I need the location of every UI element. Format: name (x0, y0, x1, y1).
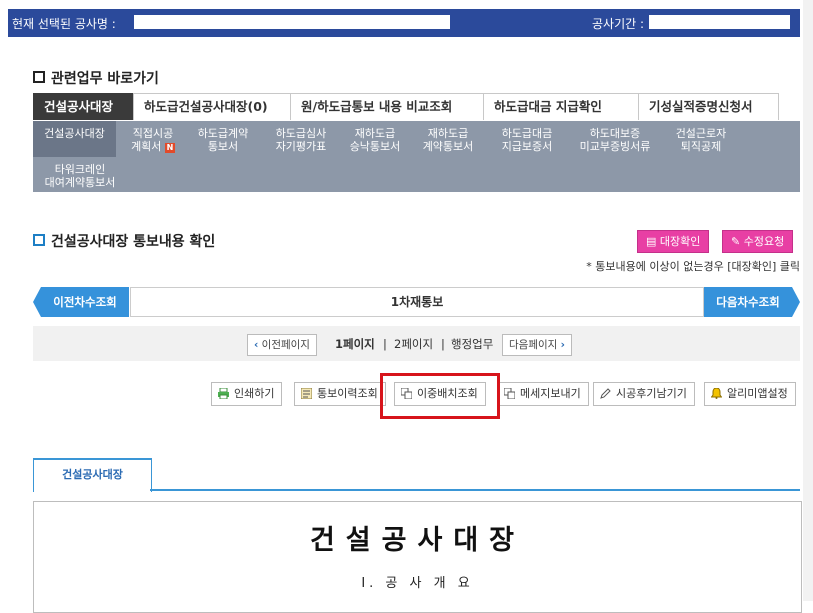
admin-link[interactable]: 행정업무 (451, 334, 493, 354)
related-title: 관련업무 바로가기 (33, 68, 159, 88)
tab-payment-check[interactable]: 하도급대금 지급확인 (483, 93, 639, 120)
document-icon: ▤ (646, 235, 657, 248)
copy-icon (504, 388, 515, 399)
pencil-icon (600, 388, 611, 399)
bell-icon (711, 388, 722, 399)
prev-revision-label[interactable]: 이전차수조회 (41, 287, 129, 317)
tab-performance-cert[interactable]: 기성실적증명신청서 (638, 93, 779, 120)
current-project-label: 현재 선택된 공사명 : (12, 17, 116, 31)
project-name-field (134, 15, 450, 29)
subnav-direct-construction-plan[interactable]: 직접시공 계획서 N (121, 127, 185, 153)
main-tabs: 건설공사대장 하도급건설공사대장(0) 원/하도급통보 내용 비교조회 하도급대… (33, 93, 779, 121)
page1-link[interactable]: 1페이지 (335, 334, 375, 354)
document-title: 건설공사대장 (309, 525, 526, 556)
period-label: 공사기간 : (592, 17, 645, 31)
send-message-button[interactable]: 메세지보내기 (497, 382, 589, 406)
confirm-notice: * 통보내용에 이상이 없는경우 [대장확인] 클릭 (586, 260, 800, 273)
tab-underline (150, 489, 800, 491)
history-icon (301, 388, 312, 399)
document-section-heading: I. 공 사 개 요 (361, 576, 474, 591)
tab-subcontract-ledger[interactable]: 하도급건설공사대장(0) (133, 93, 291, 120)
revision-nav: 이전차수조회 1차재통보 다음차수조회 (33, 287, 800, 317)
project-period-field (649, 15, 790, 29)
new-badge-icon: N (164, 143, 175, 153)
separator: | (441, 337, 445, 351)
document-box: 건설공사대장 I. 공 사 개 요 (33, 501, 802, 613)
subnav-payment-guarantee[interactable]: 하도급대금 지급보증서 (491, 127, 563, 153)
printer-icon (218, 388, 229, 399)
chevron-right-icon: › (560, 339, 565, 351)
pencil-icon: ✎ (731, 235, 741, 248)
vertical-scrollbar[interactable] (803, 0, 813, 601)
ledger-confirm-button[interactable]: ▤ 대장확인 (637, 230, 710, 253)
tab-document-ledger[interactable]: 건설공사대장 (33, 458, 152, 492)
edit-request-button[interactable]: ✎ 수정요청 (722, 230, 794, 253)
prev-page-button[interactable]: ‹ 이전페이지 (247, 334, 317, 356)
check-title: 건설공사대장 통보내용 확인 (33, 231, 215, 251)
subnav-retirement-deduction[interactable]: 건설근로자 퇴직공제 (663, 127, 739, 153)
notice-history-button[interactable]: 통보이력조회 (294, 382, 386, 406)
page2-link[interactable]: 2페이지 (394, 334, 433, 354)
alarm-app-button[interactable]: 알리미앱설정 (704, 382, 796, 406)
next-page-button[interactable]: 다음페이지 › (502, 334, 572, 356)
subnav-guarantee-docs[interactable]: 하도대보증 미교부증빙서류 (569, 127, 661, 153)
subnav-resubcontract-contract[interactable]: 재하도급 계약통보서 (413, 127, 483, 153)
print-button[interactable]: 인쇄하기 (211, 382, 283, 406)
page-bar: ‹ 이전페이지 1페이지 | 2페이지 | 행정업무 다음페이지 › (33, 326, 800, 361)
current-revision: 1차재통보 (130, 287, 704, 317)
highlight-box (380, 373, 500, 419)
sub-navigation: 건설공사대장 직접시공 계획서 N 하도급계약 통보서 하도급심사 자기평가표 재하도… (33, 121, 800, 192)
next-revision-label[interactable]: 다음차수조회 (704, 287, 792, 317)
header-bar: 현재 선택된 공사명 : 공사기간 : (8, 9, 800, 37)
tab-compare-notice[interactable]: 원/하도급통보 내용 비교조회 (290, 93, 484, 120)
subnav-tower-crane[interactable]: 타워크레인 대여계약통보서 (33, 163, 127, 189)
square-bullet-icon (33, 71, 45, 83)
subnav-self-evaluation[interactable]: 하도급심사 자기평가표 (265, 127, 337, 153)
square-bullet-icon (33, 234, 45, 246)
subnav-resubcontract-approval[interactable]: 재하도급 승낙통보서 (341, 127, 409, 153)
subnav-construction-ledger[interactable]: 건설공사대장 (33, 121, 116, 157)
chevron-left-icon: ‹ (254, 339, 259, 351)
separator: | (383, 337, 387, 351)
write-review-button[interactable]: 시공후기남기기 (593, 382, 695, 406)
subnav-subcontract-notice[interactable]: 하도급계약 통보서 (191, 127, 255, 153)
tab-construction-ledger[interactable]: 건설공사대장 (33, 93, 134, 120)
